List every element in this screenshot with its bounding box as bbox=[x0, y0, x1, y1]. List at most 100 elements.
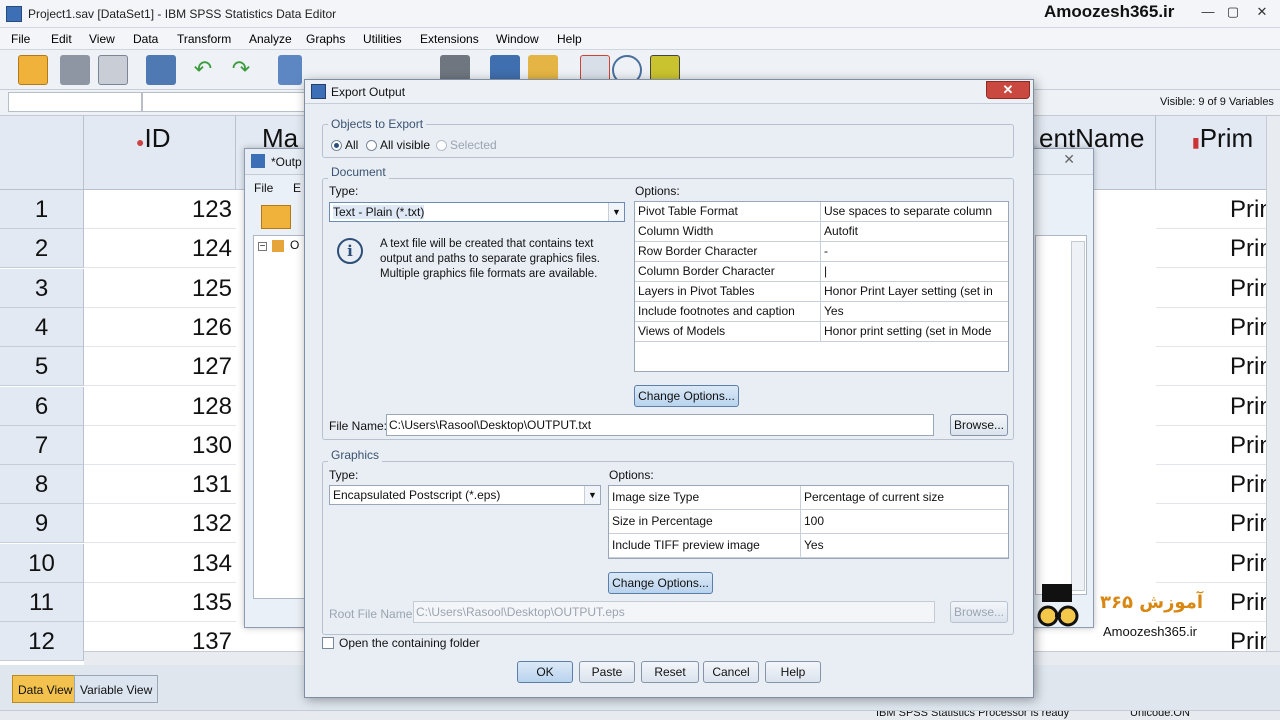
cell-id[interactable]: 128 bbox=[84, 387, 236, 426]
row-number[interactable]: 11 bbox=[0, 583, 84, 622]
cell-prim[interactable]: Prin bbox=[1156, 347, 1280, 387]
cell-prim[interactable]: Prin bbox=[1156, 465, 1280, 505]
option-value[interactable]: 100 bbox=[801, 510, 992, 533]
row-number[interactable]: 6 bbox=[0, 386, 84, 426]
cell-prim[interactable]: Prin bbox=[1156, 387, 1280, 426]
output-close-icon[interactable]: ✕ bbox=[1063, 151, 1075, 168]
cancel-button[interactable]: Cancel bbox=[703, 661, 759, 683]
chevron-down-icon[interactable]: ▼ bbox=[584, 486, 600, 504]
option-row[interactable]: Layers in Pivot Tables Honor Print Layer … bbox=[635, 282, 1008, 302]
option-value[interactable]: Percentage of current size bbox=[801, 486, 992, 509]
option-value[interactable]: Use spaces to separate columns bbox=[821, 202, 992, 221]
save-icon[interactable] bbox=[60, 55, 90, 85]
cell-prim[interactable]: Prin bbox=[1156, 308, 1280, 347]
output-scrollbar[interactable] bbox=[1071, 241, 1085, 591]
graphics-change-options-button[interactable]: Change Options... bbox=[608, 572, 713, 594]
tree-collapse-icon[interactable]: − bbox=[258, 242, 267, 252]
graphics-type-select[interactable]: Encapsulated Postscript (*.eps) ▼ bbox=[329, 485, 601, 505]
recall-dialog-icon[interactable] bbox=[146, 55, 176, 85]
open-folder-checkbox[interactable] bbox=[322, 637, 334, 649]
option-row[interactable]: Row Border Character - bbox=[635, 242, 1008, 262]
document-browse-button[interactable]: Browse... bbox=[950, 414, 1008, 436]
row-number[interactable]: 2 bbox=[0, 229, 84, 269]
cell-prim[interactable]: Prin bbox=[1156, 504, 1280, 544]
menu-help[interactable]: Help bbox=[557, 32, 582, 46]
row-number[interactable]: 10 bbox=[0, 543, 84, 583]
option-row[interactable]: Column Border Character | bbox=[635, 262, 1008, 282]
vertical-scrollbar[interactable] bbox=[1266, 116, 1280, 656]
cell-id[interactable]: 131 bbox=[84, 465, 236, 505]
menu-edit[interactable]: Edit bbox=[51, 32, 72, 46]
cell-id[interactable]: 132 bbox=[84, 504, 236, 544]
option-row[interactable]: Image size Type Percentage of current siz… bbox=[609, 486, 1008, 510]
column-header-id[interactable]: ●ID bbox=[84, 116, 236, 190]
row-number[interactable]: 9 bbox=[0, 504, 84, 544]
option-value[interactable]: - bbox=[821, 242, 992, 261]
open-folder-icon[interactable] bbox=[18, 55, 48, 85]
cell-value-field[interactable] bbox=[142, 92, 307, 112]
close-window-button[interactable]: ✕ bbox=[1250, 3, 1274, 21]
radio-all-visible-label[interactable]: All visible bbox=[380, 138, 430, 152]
column-header-prim[interactable]: ▮Prim bbox=[1156, 116, 1280, 190]
cell-prim[interactable]: Prin bbox=[1156, 544, 1280, 583]
menu-transform[interactable]: Transform bbox=[177, 32, 231, 46]
option-row[interactable]: Include footnotes and caption Yes bbox=[635, 302, 1008, 322]
document-change-options-button[interactable]: Change Options... bbox=[634, 385, 739, 407]
cell-id[interactable]: 124 bbox=[84, 229, 236, 269]
option-row[interactable]: Include TIFF preview image Yes bbox=[609, 534, 1008, 558]
radio-all[interactable] bbox=[331, 140, 342, 151]
cell-prim[interactable]: Prin bbox=[1156, 426, 1280, 465]
row-number[interactable]: 12 bbox=[0, 622, 84, 662]
cell-id[interactable]: 135 bbox=[84, 583, 236, 622]
cell-id[interactable]: 127 bbox=[84, 347, 236, 387]
reset-button[interactable]: Reset bbox=[641, 661, 699, 683]
option-row[interactable]: Column Width Autofit bbox=[635, 222, 1008, 242]
cell-id[interactable]: 134 bbox=[84, 544, 236, 583]
option-value[interactable]: Autofit bbox=[821, 222, 992, 241]
redo-icon[interactable]: ↷ bbox=[228, 55, 254, 85]
cell-prim[interactable]: Prin bbox=[1156, 229, 1280, 269]
cell-reference-field[interactable] bbox=[8, 92, 142, 112]
option-row[interactable]: Size in Percentage 100 bbox=[609, 510, 1008, 534]
tab-data-view[interactable]: Data View bbox=[12, 675, 79, 703]
radio-all-visible[interactable] bbox=[366, 140, 377, 151]
menu-data[interactable]: Data bbox=[133, 32, 158, 46]
output-tree-item[interactable]: O bbox=[290, 238, 299, 252]
menu-window[interactable]: Window bbox=[496, 32, 539, 46]
cell-id[interactable]: 125 bbox=[84, 269, 236, 308]
menu-utilities[interactable]: Utilities bbox=[363, 32, 402, 46]
row-number[interactable]: 7 bbox=[0, 425, 84, 465]
output-open-icon[interactable] bbox=[261, 205, 291, 229]
cell-id[interactable]: 130 bbox=[84, 426, 236, 465]
output-menu-edit[interactable]: E bbox=[293, 181, 301, 195]
minimize-button[interactable]: — bbox=[1196, 3, 1220, 21]
cell-id[interactable]: 126 bbox=[84, 308, 236, 347]
option-row[interactable]: Pivot Table Format Use spaces to separate… bbox=[635, 202, 1008, 222]
menu-file[interactable]: File bbox=[11, 32, 30, 46]
ok-button[interactable]: OK bbox=[517, 661, 573, 683]
row-number[interactable]: 5 bbox=[0, 347, 84, 387]
cell-id[interactable]: 123 bbox=[84, 190, 236, 229]
menu-extensions[interactable]: Extensions bbox=[420, 32, 479, 46]
cell-prim[interactable]: Prin bbox=[1156, 190, 1280, 229]
paste-button[interactable]: Paste bbox=[579, 661, 635, 683]
help-button[interactable]: Help bbox=[765, 661, 821, 683]
open-folder-label[interactable]: Open the containing folder bbox=[339, 636, 480, 650]
output-menu-file[interactable]: File bbox=[254, 181, 273, 195]
tab-variable-view[interactable]: Variable View bbox=[74, 675, 159, 703]
option-row[interactable]: Views of Models Honor print setting (set … bbox=[635, 322, 1008, 342]
option-value[interactable]: Yes bbox=[821, 302, 992, 321]
restore-button[interactable]: ▢ bbox=[1221, 3, 1245, 21]
dialog-close-button[interactable]: ✕ bbox=[986, 81, 1030, 99]
row-number[interactable]: 8 bbox=[0, 465, 84, 505]
option-value[interactable]: Honor Print Layer setting (set in T... bbox=[821, 282, 992, 301]
option-value[interactable]: Yes bbox=[801, 534, 992, 557]
undo-icon[interactable]: ↶ bbox=[190, 55, 216, 85]
document-type-select[interactable]: Text - Plain (*.txt) ▼ bbox=[329, 202, 625, 222]
menu-analyze[interactable]: Analyze bbox=[249, 32, 292, 46]
chevron-down-icon[interactable]: ▼ bbox=[608, 203, 624, 221]
cell-prim[interactable]: Prin bbox=[1156, 269, 1280, 308]
menu-graphs[interactable]: Graphs bbox=[306, 32, 345, 46]
go-to-case-icon[interactable] bbox=[278, 55, 302, 85]
print-icon[interactable] bbox=[98, 55, 128, 85]
